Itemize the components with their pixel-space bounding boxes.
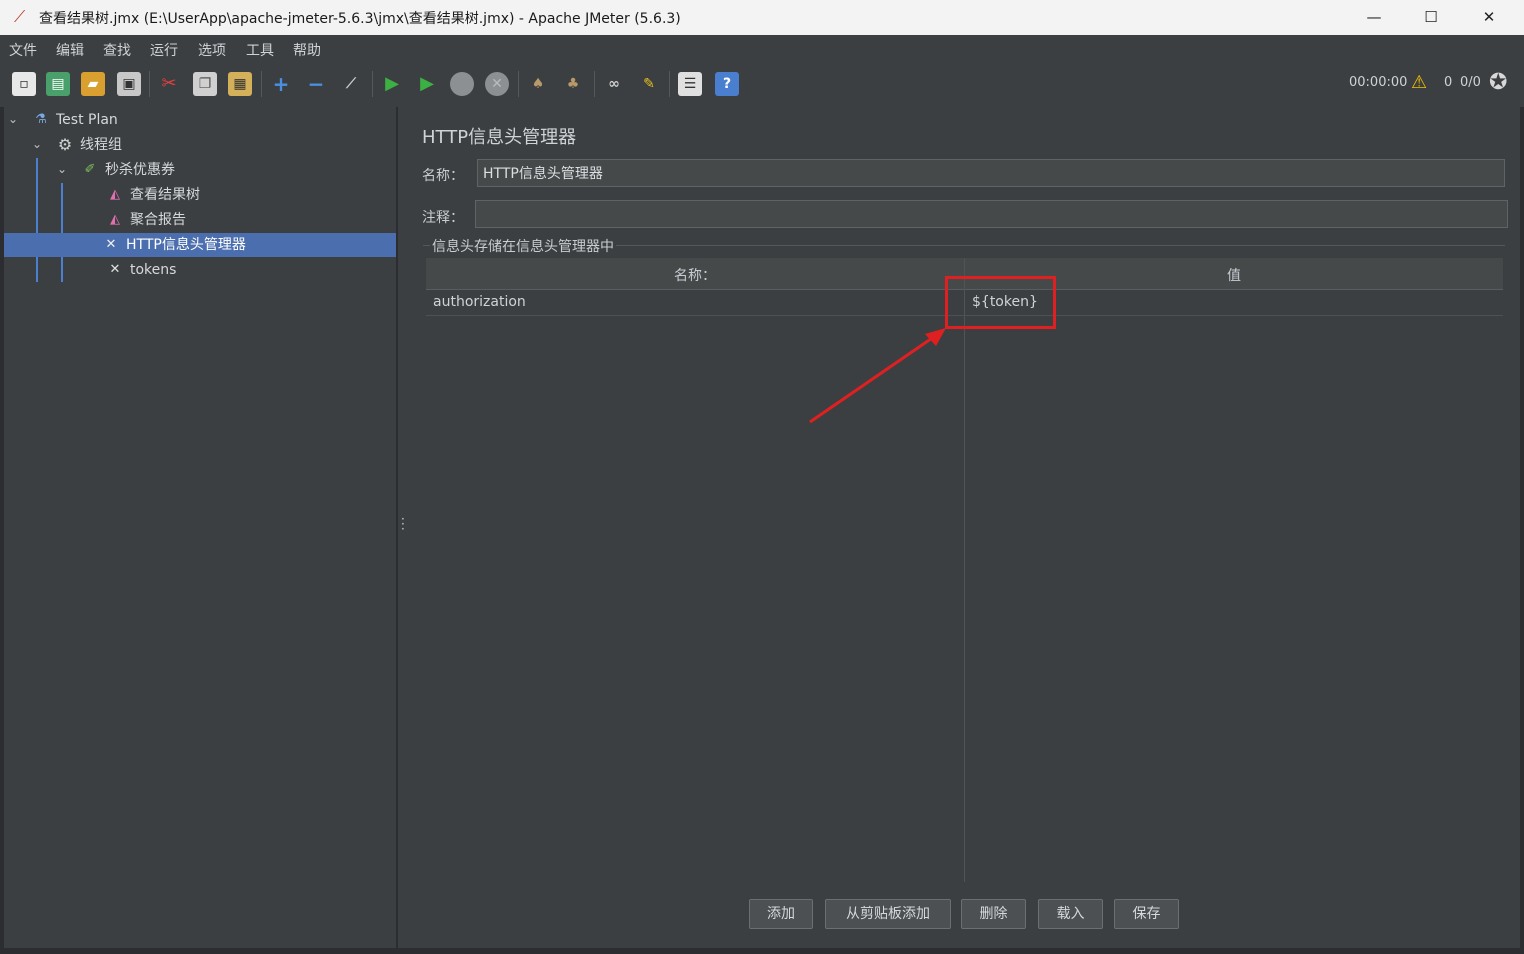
menu-bar: 文件 编辑 查找 运行 选项 工具 帮助 — [0, 35, 1524, 61]
save-button[interactable]: 保存 — [1114, 899, 1179, 929]
name-label: 名称： — [422, 168, 464, 184]
maximize-button[interactable]: ☐ — [1402, 0, 1460, 35]
column-separator — [964, 258, 965, 882]
tree-guide-line — [36, 158, 38, 282]
toolbar-separator — [261, 71, 262, 97]
add-button[interactable]: 添加 — [749, 899, 813, 929]
tree-item-thread-group[interactable]: ⚙ 线程组 — [56, 133, 122, 157]
page-title: HTTP信息头管理器 — [422, 127, 577, 148]
start-icon[interactable]: ▶ — [380, 72, 404, 96]
help-icon[interactable]: ? — [715, 72, 739, 96]
pipette-icon: ✐ — [84, 162, 96, 177]
menu-tools[interactable]: 工具 — [246, 40, 274, 60]
search-binoculars-icon[interactable]: ∞ — [602, 72, 626, 96]
thread-count: 0/0 — [1460, 75, 1481, 90]
wrench-icon: ✕ — [105, 237, 117, 252]
chevron-down-icon[interactable]: ⌄ — [8, 112, 18, 126]
clear-all-icon[interactable]: ♣ — [561, 72, 585, 96]
toolbar: ▫ ▤ ▰ ▣ ✂ ❐ ▦ + − ⟋ ▶ ▶ ✕ ♠ ♣ ∞ ✎ ☰ ? 00… — [0, 61, 1524, 108]
toolbar-separator — [669, 71, 670, 97]
close-button[interactable]: ✕ — [1460, 0, 1518, 35]
jmeter-feather-icon: ⟋ — [14, 7, 26, 26]
minimize-button[interactable]: — — [1345, 0, 1403, 35]
new-icon[interactable]: ▫ — [12, 72, 36, 96]
expand-icon[interactable]: + — [269, 72, 293, 96]
annotation-arrow — [809, 328, 946, 424]
comment-field[interactable] — [475, 200, 1508, 228]
graph-icon: ◭ — [110, 187, 120, 202]
wrench-icon: ✕ — [109, 262, 121, 277]
toolbar-separator — [372, 71, 373, 97]
test-plan-tree: ⌄ ⌄ ⌄ ⚗ Test Plan ⚙ 线程组 ✐ 秒杀优惠券 ◭ 查看结果树 ◭ 聚合报… — [4, 107, 396, 948]
toggle-icon[interactable]: ⟋ — [339, 72, 363, 96]
elapsed-timer: 00:00:00 — [1349, 75, 1408, 90]
menu-search[interactable]: 查找 — [103, 40, 131, 60]
tree-item-aggregate-report[interactable]: ◭ 聚合报告 — [106, 208, 186, 232]
templates-icon[interactable]: ▤ — [46, 72, 70, 96]
start-no-timers-icon[interactable]: ▶ — [415, 72, 439, 96]
graph-icon: ◭ — [110, 212, 120, 227]
column-header-value[interactable]: 值 — [1227, 265, 1241, 285]
name-field[interactable]: HTTP信息头管理器 — [477, 159, 1505, 187]
tree-item-test-plan[interactable]: ⚗ Test Plan — [32, 108, 118, 132]
toolbar-separator — [149, 71, 150, 97]
tree-item-http-header-manager[interactable]: ✕ HTTP信息头管理器 — [4, 233, 396, 257]
comment-label: 注释： — [422, 210, 464, 226]
menu-options[interactable]: 选项 — [198, 40, 226, 60]
tree-item-view-results-tree[interactable]: ◭ 查看结果树 — [106, 183, 200, 207]
function-helper-icon[interactable]: ☰ — [678, 72, 702, 96]
stop-icon[interactable] — [450, 72, 474, 96]
menu-file[interactable]: 文件 — [9, 40, 37, 60]
open-icon[interactable]: ▰ — [81, 72, 105, 96]
save-icon[interactable]: ▣ — [117, 72, 141, 96]
gear-icon: ⚙ — [57, 135, 73, 154]
menu-help[interactable]: 帮助 — [293, 40, 321, 60]
menu-run[interactable]: 运行 — [150, 40, 178, 60]
annotation-highlight-box — [945, 276, 1056, 329]
clear-icon[interactable]: ♠ — [526, 72, 550, 96]
remote-status-icon: ✪ — [1489, 70, 1508, 95]
reset-search-broom-icon[interactable]: ✎ — [637, 72, 661, 96]
shutdown-icon[interactable]: ✕ — [485, 72, 509, 96]
title-bar: ⟋ 查看结果树.jmx (E:\UserApp\apache-jmeter-5.… — [0, 0, 1524, 35]
copy-icon[interactable]: ❐ — [193, 72, 217, 96]
paste-icon[interactable]: ▦ — [228, 72, 252, 96]
header-name-cell[interactable]: authorization — [433, 294, 526, 310]
headers-group-title: 信息头存储在信息头管理器中 — [430, 236, 616, 256]
chevron-down-icon[interactable]: ⌄ — [57, 162, 67, 176]
toolbar-separator — [518, 71, 519, 97]
warning-count: 0 — [1444, 75, 1453, 90]
add-from-clipboard-button[interactable]: 从剪贴板添加 — [825, 899, 951, 929]
chevron-down-icon[interactable]: ⌄ — [32, 137, 42, 151]
warning-icon[interactable]: ⚠ — [1411, 72, 1427, 93]
collapse-icon[interactable]: − — [304, 72, 328, 96]
load-button[interactable]: 载入 — [1038, 899, 1103, 929]
flask-icon: ⚗ — [35, 112, 47, 127]
delete-button[interactable]: 删除 — [961, 899, 1026, 929]
tree-item-tokens[interactable]: ✕ tokens — [106, 258, 177, 282]
menu-edit[interactable]: 编辑 — [56, 40, 84, 60]
toolbar-separator — [594, 71, 595, 97]
cut-icon[interactable]: ✂ — [157, 72, 181, 96]
tree-item-sampler[interactable]: ✐ 秒杀优惠券 — [81, 158, 175, 182]
drag-handle-icon[interactable]: · · · — [401, 513, 405, 535]
column-header-name[interactable]: 名称： — [674, 265, 716, 285]
header-manager-panel: HTTP信息头管理器 名称： HTTP信息头管理器 注释： 信息头存储在信息头管… — [409, 107, 1520, 948]
window-title: 查看结果树.jmx (E:\UserApp\apache-jmeter-5.6.… — [39, 11, 681, 27]
